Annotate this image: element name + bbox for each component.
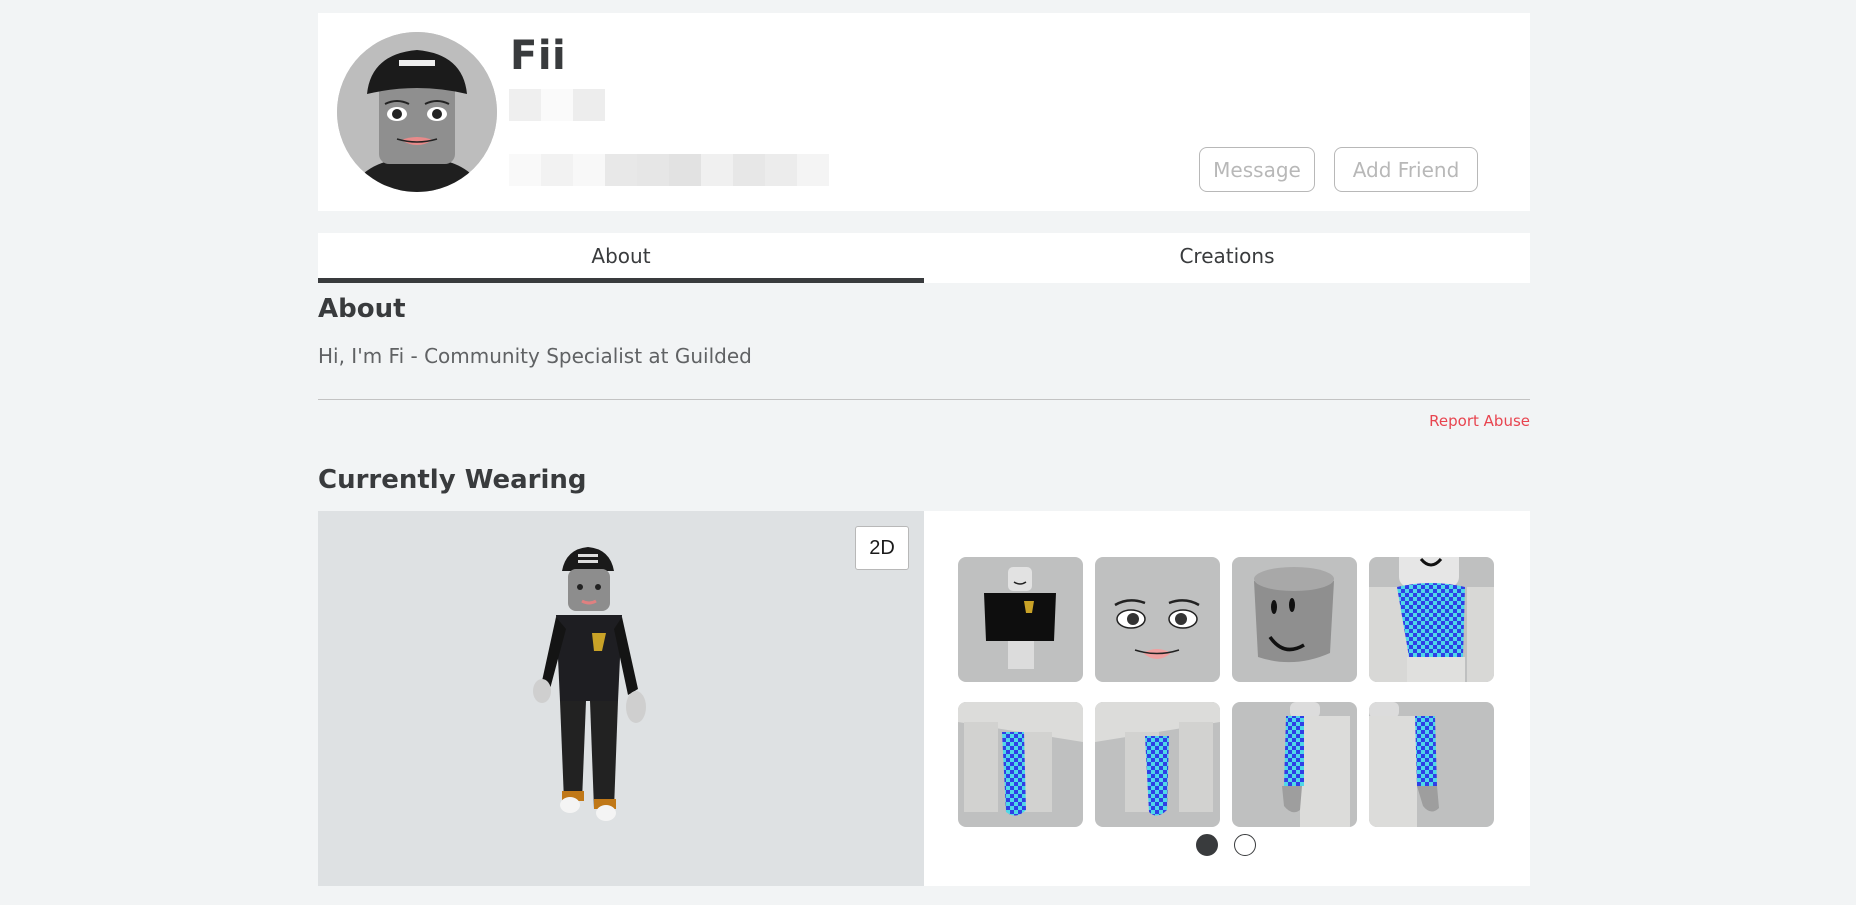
redacted-block — [509, 89, 541, 121]
redacted-block — [797, 154, 829, 186]
tab-creations[interactable]: Creations — [924, 233, 1530, 283]
wearing-items-panel — [924, 511, 1530, 886]
checkered-right-leg-icon — [958, 702, 1083, 816]
item-tile[interactable] — [1369, 702, 1494, 827]
currently-wearing-heading: Currently Wearing — [318, 465, 587, 495]
page-dot-1[interactable] — [1196, 834, 1218, 856]
section-divider — [318, 399, 1530, 400]
redacted-block — [541, 154, 573, 186]
face-icon — [1114, 599, 1200, 659]
black-hoodie-shirt-icon — [984, 567, 1056, 669]
redacted-block — [573, 154, 605, 186]
checkered-torso-icon — [1369, 557, 1494, 682]
profile-tabs: About Creations — [318, 233, 1530, 283]
head-icon — [1254, 567, 1334, 663]
checkered-left-leg-icon — [1095, 702, 1220, 816]
item-tile[interactable] — [1095, 702, 1220, 827]
page-dot-2[interactable] — [1234, 834, 1256, 856]
item-tile[interactable] — [1095, 557, 1220, 682]
item-tile[interactable] — [958, 702, 1083, 827]
redacted-block — [733, 154, 765, 186]
avatar[interactable] — [337, 32, 497, 192]
about-heading: About — [318, 294, 406, 324]
checkered-right-arm-icon — [1369, 702, 1439, 827]
item-tile[interactable] — [1232, 702, 1357, 827]
report-abuse-link[interactable]: Report Abuse — [1429, 412, 1530, 430]
item-tile[interactable] — [958, 557, 1083, 682]
redacted-username — [509, 89, 605, 121]
redacted-block — [573, 89, 605, 121]
avatar-3d-viewer[interactable]: 2D — [318, 511, 924, 886]
redacted-block — [701, 154, 733, 186]
checkered-left-arm-icon — [1282, 702, 1350, 827]
message-button[interactable]: Message — [1199, 147, 1315, 192]
wearing-pagination — [1196, 834, 1256, 856]
redacted-block — [541, 89, 573, 121]
tab-about[interactable]: About — [318, 233, 924, 283]
redacted-block — [605, 154, 637, 186]
redacted-block — [637, 154, 669, 186]
item-grid — [958, 557, 1494, 827]
redacted-block — [509, 154, 541, 186]
avatar-headshot-icon — [337, 32, 497, 192]
display-name: Fii — [510, 33, 567, 79]
about-description: Hi, I'm Fi - Community Specialist at Gui… — [318, 344, 752, 368]
profile-header-card: Fii Message Add Friend — [318, 13, 1530, 211]
redacted-stats — [509, 154, 829, 186]
avatar-full-body-icon — [533, 547, 646, 821]
redacted-block — [765, 154, 797, 186]
item-tile[interactable] — [1369, 557, 1494, 682]
toggle-2d-button[interactable]: 2D — [855, 526, 909, 570]
redacted-block — [669, 154, 701, 186]
add-friend-button[interactable]: Add Friend — [1334, 147, 1478, 192]
item-tile[interactable] — [1232, 557, 1357, 682]
